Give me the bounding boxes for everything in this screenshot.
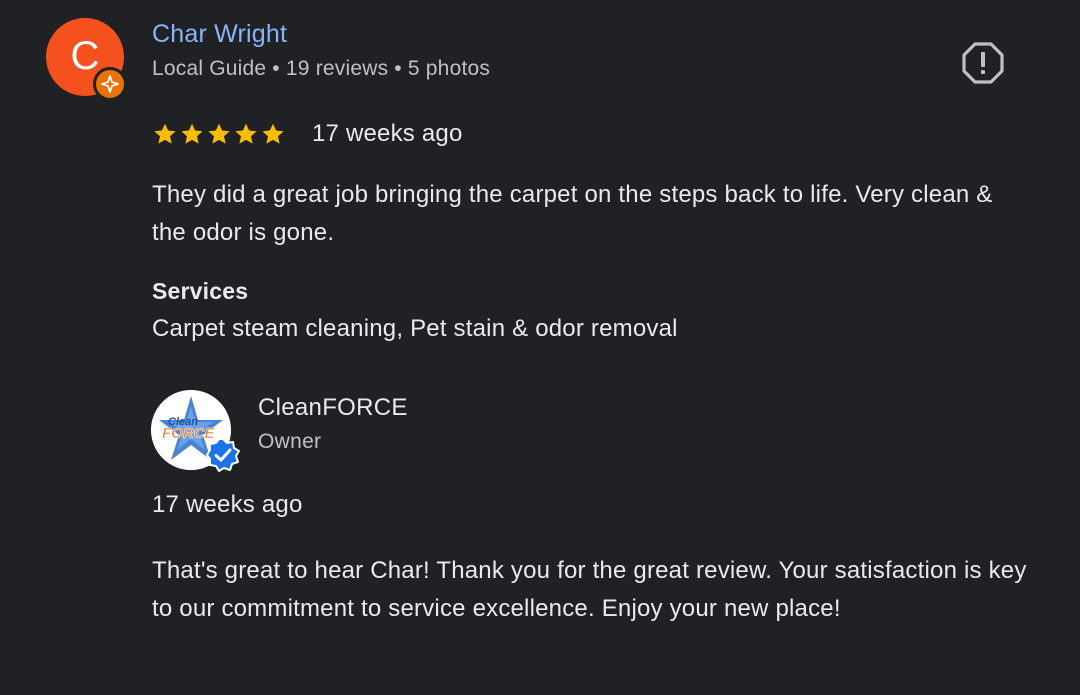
reviewer-name-link[interactable]: Char Wright (152, 20, 287, 49)
star-filled-icon (181, 123, 203, 144)
reply-age: 17 weeks ago (152, 491, 303, 518)
star-rating (152, 121, 287, 147)
verified-check-icon (205, 437, 241, 473)
star-filled-icon (208, 123, 230, 144)
avatar-letter: C (70, 34, 100, 78)
review-age: 17 weeks ago (312, 120, 463, 147)
services-heading: Services (152, 278, 249, 304)
review-text: They did a great job bringing the carpet… (152, 181, 993, 246)
reply-text: That's great to hear Char! Thank you for… (152, 557, 1027, 622)
star-filled-icon (262, 123, 284, 144)
local-guide-star-icon (93, 67, 127, 101)
owner-name: CleanFORCE (258, 394, 408, 421)
owner-role: Owner (258, 430, 322, 453)
report-octagon-icon (962, 42, 1004, 84)
star-filled-icon (154, 123, 176, 144)
report-review-button[interactable] (960, 40, 1006, 86)
star-filled-icon (235, 123, 257, 144)
services-list: Carpet steam cleaning, Pet stain & odor … (152, 315, 678, 342)
reviewer-meta: Local Guide • 19 reviews • 5 photos (152, 57, 491, 80)
rating-row: 17 weeks ago (152, 120, 463, 148)
